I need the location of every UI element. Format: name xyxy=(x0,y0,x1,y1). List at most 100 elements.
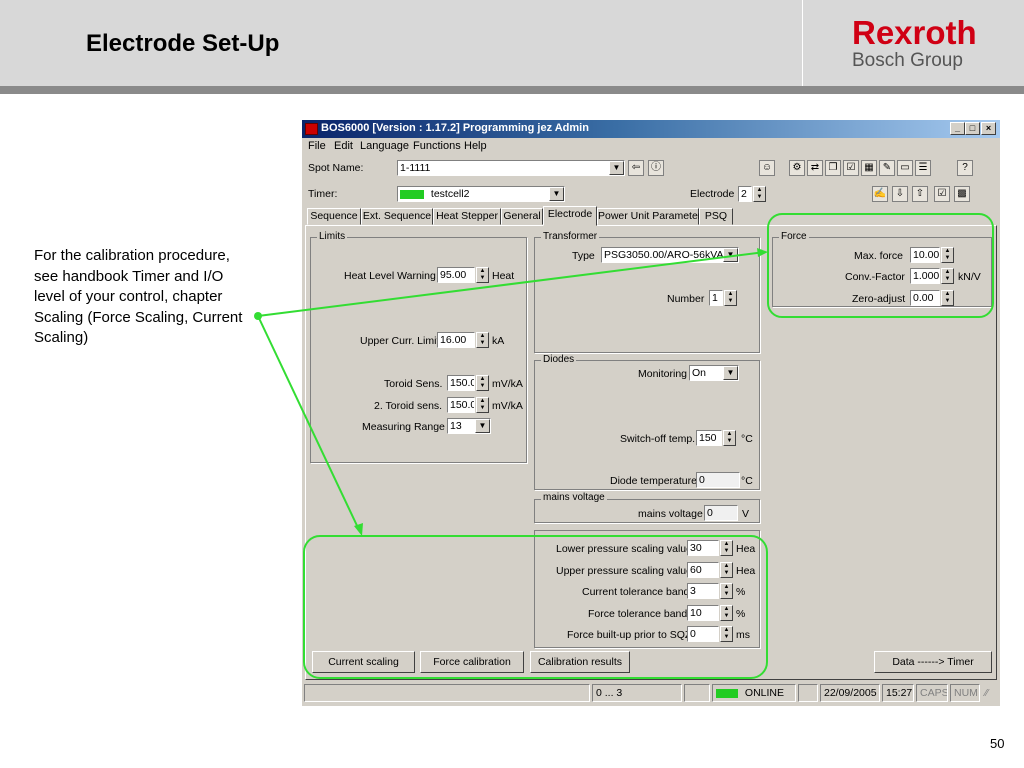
current-tolerance-label: Current tolerance band xyxy=(582,586,690,598)
transfer-icon[interactable]: ⇄ xyxy=(807,160,823,176)
spot-name-select[interactable]: 1-1111 ▼ xyxy=(397,160,625,176)
lower-pressure-spinner[interactable]: ▲ ▼ xyxy=(720,540,733,556)
upper-pressure-spinner[interactable]: ▲ ▼ xyxy=(720,562,733,578)
maximize-button[interactable]: □ xyxy=(965,122,980,135)
force-tolerance-input[interactable]: 10 xyxy=(687,605,719,621)
tool-upload-icon[interactable]: ⇧ xyxy=(912,186,928,202)
tool-pattern-icon[interactable]: ▩ xyxy=(954,186,970,202)
status-message xyxy=(304,684,590,702)
users-icon[interactable]: ☺ xyxy=(759,160,775,176)
spot-name-value: 1-1111 xyxy=(400,162,431,174)
max-force-input[interactable]: 10.00 xyxy=(910,247,940,263)
current-tolerance-spinner[interactable]: ▲ ▼ xyxy=(720,583,733,599)
diode-temperature-label: Diode temperature xyxy=(610,475,697,487)
chevron-down-icon[interactable]: ▼ xyxy=(609,161,624,175)
electrode-spinner[interactable]: ▲ ▼ xyxy=(753,186,766,202)
zero-adjust-input[interactable]: 0.00 xyxy=(910,290,940,306)
force-tolerance-spinner[interactable]: ▲ ▼ xyxy=(720,605,733,621)
menu-edit[interactable]: Edit xyxy=(334,140,353,152)
upper-curr-limit-spinner[interactable]: ▲ ▼ xyxy=(476,332,489,348)
lower-pressure-unit: Hea xyxy=(736,543,756,555)
menu-language[interactable]: Language xyxy=(360,140,409,152)
chevron-down-icon[interactable]: ▼ xyxy=(475,419,490,433)
toroid-sens2-spinner[interactable]: ▲ ▼ xyxy=(476,397,489,413)
data-to-timer-button[interactable]: Data ------> Timer xyxy=(874,651,992,673)
tab-psq[interactable]: PSQ xyxy=(699,208,733,225)
heat-level-warning-input[interactable]: 95.00 xyxy=(437,267,475,283)
gear-icon[interactable]: ⚙ xyxy=(789,160,805,176)
list-icon[interactable]: ☰ xyxy=(915,160,931,176)
toroid-sens-spinner[interactable]: ▲ ▼ xyxy=(476,375,489,391)
tab-sequence[interactable]: Sequence xyxy=(307,208,361,225)
upper-pressure-input[interactable]: 60 xyxy=(687,562,719,578)
grid-icon[interactable]: ▦ xyxy=(861,160,877,176)
tab-heat-stepper[interactable]: Heat Stepper xyxy=(433,208,501,225)
electrode-field[interactable]: 2 xyxy=(738,186,752,202)
diodes-title: Diodes xyxy=(541,354,577,365)
transformer-title: Transformer xyxy=(541,231,600,242)
tab-ext-sequence[interactable]: Ext. Sequence xyxy=(361,208,433,225)
checklist-icon[interactable]: ☑ xyxy=(843,160,859,176)
toroid-sens2-unit: mV/kA xyxy=(492,400,523,412)
copy-icon[interactable]: ❐ xyxy=(825,160,841,176)
upper-pressure-label: Upper pressure scaling value xyxy=(556,565,692,577)
heat-level-warning-spinner[interactable]: ▲ ▼ xyxy=(476,267,489,283)
slide-title: Electrode Set-Up xyxy=(86,30,280,57)
menu-help[interactable]: Help xyxy=(464,140,487,152)
timer-select[interactable]: testcell2 ▼ xyxy=(397,186,565,202)
transformer-number-input[interactable]: 1 xyxy=(709,290,723,306)
menu-functions[interactable]: Functions xyxy=(413,140,461,152)
lower-pressure-label: Lower pressure scaling value xyxy=(556,543,692,555)
tool-pen-icon[interactable]: ✍ xyxy=(872,186,888,202)
info-icon[interactable]: ⓘ xyxy=(648,160,664,176)
spot-name-label: Spot Name: xyxy=(308,162,364,174)
toroid-sens-input[interactable]: 150.0 xyxy=(447,375,475,391)
help-icon[interactable]: ? xyxy=(957,160,973,176)
switch-off-temp-spinner[interactable]: ▲ ▼ xyxy=(723,430,736,446)
back-arrow-icon[interactable]: ⇦ xyxy=(628,160,644,176)
upper-curr-limit-input[interactable]: 16.00 xyxy=(437,332,475,348)
current-scaling-button[interactable]: Current scaling xyxy=(312,651,415,673)
resize-grip-icon[interactable]: ⁄⁄ xyxy=(985,688,997,702)
conv-factor-spinner[interactable]: ▲ ▼ xyxy=(941,268,954,284)
app-icon xyxy=(305,123,318,135)
switch-off-temp-input[interactable]: 150 xyxy=(696,430,722,446)
menu-file[interactable]: File xyxy=(308,140,326,152)
heat-level-warning-label: Heat Level Warning xyxy=(344,270,436,282)
timer-label: Timer: xyxy=(308,188,338,200)
chevron-down-icon[interactable]: ▼ xyxy=(723,366,738,380)
edit-icon[interactable]: ✎ xyxy=(879,160,895,176)
calibration-note: For the calibration procedure, see handb… xyxy=(34,247,243,346)
chevron-down-icon[interactable]: ▼ xyxy=(723,248,738,262)
mains-voltage-label: mains voltage xyxy=(638,508,703,520)
bosch-group-logo: Bosch Group xyxy=(852,50,963,71)
tab-electrode[interactable]: Electrode xyxy=(543,206,597,226)
force-buildup-spinner[interactable]: ▲ ▼ xyxy=(720,626,733,642)
status-caps: CAPS xyxy=(916,684,948,702)
toroid-sens2-label: 2. Toroid sens. xyxy=(374,400,443,412)
measuring-range-select[interactable]: 13 ▼ xyxy=(447,418,491,434)
transformer-number-spinner[interactable]: ▲ ▼ xyxy=(724,290,737,306)
force-calibration-button[interactable]: Force calibration xyxy=(420,651,524,673)
minimize-button[interactable]: _ xyxy=(950,122,965,135)
folder-icon[interactable]: ▭ xyxy=(897,160,913,176)
toroid-sens2-input[interactable]: 150.0 xyxy=(447,397,475,413)
tool-check-icon[interactable]: ☑ xyxy=(934,186,950,202)
calibration-results-button[interactable]: Calibration results xyxy=(530,651,630,673)
zero-adjust-spinner[interactable]: ▲ ▼ xyxy=(941,290,954,306)
measuring-range-label: Measuring Range xyxy=(362,421,445,433)
chevron-down-icon[interactable]: ▼ xyxy=(549,187,564,201)
close-button[interactable]: × xyxy=(981,122,996,135)
conv-factor-input[interactable]: 1.000 xyxy=(910,268,940,284)
tab-general[interactable]: General xyxy=(501,208,543,225)
tab-power-unit-parameter[interactable]: Power Unit Parameter xyxy=(597,208,701,225)
lower-pressure-input[interactable]: 30 xyxy=(687,540,719,556)
tool-download-icon[interactable]: ⇩ xyxy=(892,186,908,202)
max-force-spinner[interactable]: ▲ ▼ xyxy=(941,247,954,263)
monitoring-select[interactable]: On ▼ xyxy=(689,365,739,381)
transformer-type-select[interactable]: PSG3050.00/ARO-56kVA ▼ xyxy=(601,247,739,263)
current-tolerance-input[interactable]: 3 xyxy=(687,583,719,599)
status-range: 0 ... 3 xyxy=(592,684,682,702)
ka-unit: kA xyxy=(492,335,505,347)
force-buildup-input[interactable]: 0 xyxy=(687,626,719,642)
